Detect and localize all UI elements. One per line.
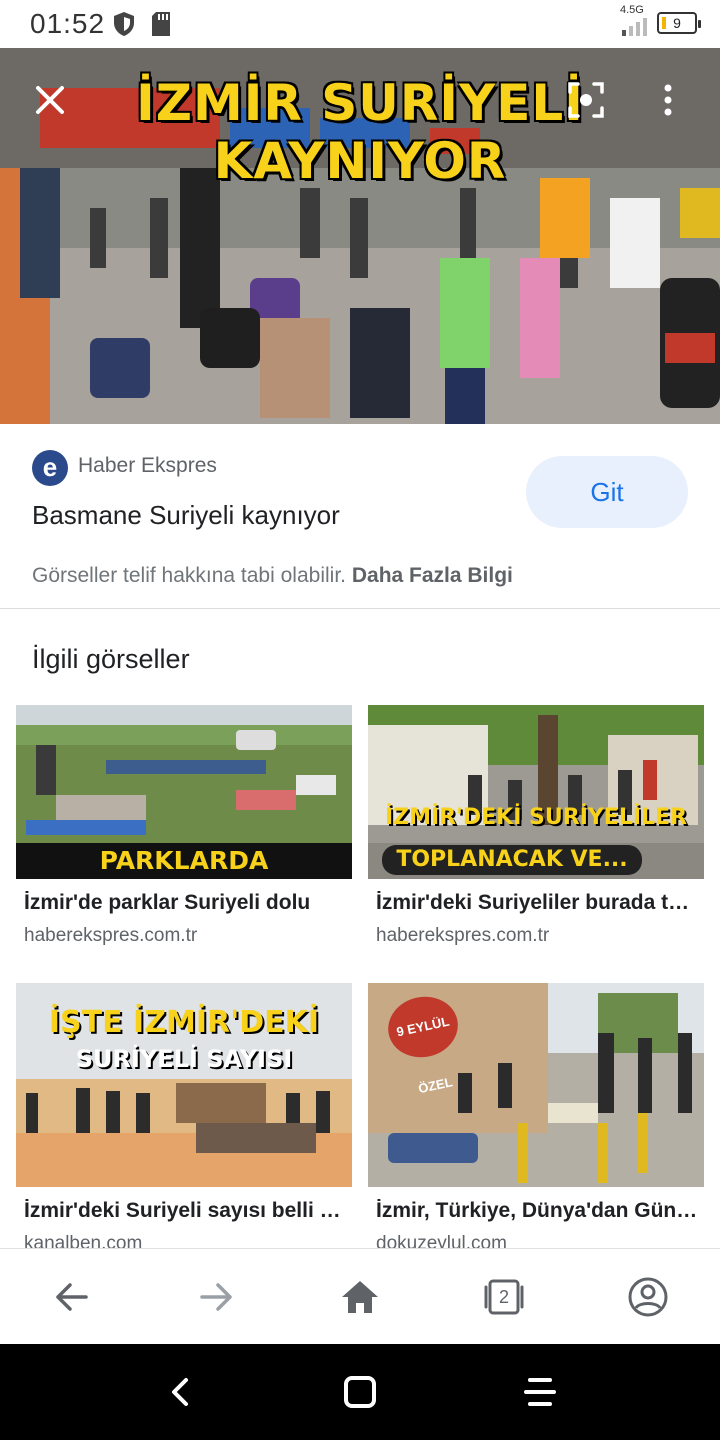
visit-button[interactable]: Git <box>526 456 688 528</box>
banner-text-line2: TOPLANACAK VE... <box>382 845 642 875</box>
lens-icon[interactable] <box>566 80 606 120</box>
status-bar: 01:52 4.5G 9 <box>0 0 720 48</box>
account-icon[interactable] <box>626 1275 670 1319</box>
related-image-caption[interactable]: İzmir'deki Suriyeli sayısı belli oldu <box>24 1199 346 1223</box>
site-logo: e <box>32 450 68 486</box>
system-home-icon[interactable] <box>340 1372 380 1412</box>
browser-bottom-nav: 2 <box>0 1248 720 1345</box>
related-image-domain: haberekspres.com.tr <box>376 925 550 946</box>
related-image-caption[interactable]: İzmir'de parklar Suriyeli dolu <box>24 891 346 915</box>
forward-arrow-icon[interactable] <box>194 1275 238 1319</box>
related-image-card[interactable]: 9 EYLÜL ÖZEL İzmir, Türkiye, Dünya'dan G… <box>368 983 704 1255</box>
hero-image[interactable]: İZMİR SURİYELİ KAYNIYOR <box>0 48 720 424</box>
more-info-link[interactable]: Daha Fazla Bilgi <box>352 564 513 587</box>
tabs-icon[interactable]: 2 <box>482 1275 526 1319</box>
copyright-notice: Görseller telif hakkına tabi olabilir. D… <box>32 564 513 588</box>
home-icon[interactable] <box>338 1275 382 1319</box>
signal-icon <box>622 18 647 36</box>
sd-card-icon <box>152 12 170 36</box>
related-image-caption[interactable]: İzmir, Türkiye, Dünya'dan Gündem <box>376 1199 698 1223</box>
system-menu-icon[interactable] <box>520 1372 560 1412</box>
network-type: 4.5G <box>620 4 644 16</box>
banner-text: PARKLARDA UYUYORLAR <box>16 843 352 879</box>
system-back-icon[interactable] <box>160 1372 200 1412</box>
battery-level: 9 <box>673 15 681 31</box>
related-image-domain: haberekspres.com.tr <box>24 925 198 946</box>
related-image-thumbnail[interactable]: İZMİR'DEKİ SURİYELİLER TOPLANACAK VE... <box>368 705 704 879</box>
banner-text-line2: SURİYELİ SAYISI <box>75 1045 293 1073</box>
image-title[interactable]: Basmane Suriyeli kaynıyor <box>32 500 340 531</box>
related-image-caption[interactable]: İzmir'deki Suriyeliler burada toplanacak… <box>376 891 698 915</box>
status-time: 01:52 <box>30 8 106 39</box>
tab-count: 2 <box>498 1287 509 1307</box>
system-nav-bar <box>0 1344 720 1440</box>
related-image-thumbnail[interactable]: 9 EYLÜL ÖZEL <box>368 983 704 1187</box>
site-name[interactable]: Haber Ekspres <box>78 454 217 478</box>
close-icon[interactable] <box>30 80 70 120</box>
related-image-card[interactable]: İZMİR'DEKİ SURİYELİLER TOPLANACAK VE... … <box>368 705 704 947</box>
source-panel: e Haber Ekspres Basmane Suriyeli kaynıyo… <box>0 424 720 609</box>
related-image-thumbnail[interactable]: İŞTE İZMİR'DEKİ SURİYELİ SAYISI <box>16 983 352 1187</box>
more-vert-icon[interactable] <box>656 80 680 120</box>
shield-icon <box>114 12 134 36</box>
related-image-thumbnail[interactable]: PARKLARDA UYUYORLAR <box>16 705 352 879</box>
hero-title-overlay: İZMİR SURİYELİ KAYNIYOR <box>136 74 584 190</box>
related-images-heading: İlgili görseller <box>32 644 190 674</box>
related-image-card[interactable]: İŞTE İZMİR'DEKİ SURİYELİ SAYISI İzmir'de… <box>16 983 352 1255</box>
banner-text-line1: İZMİR'DEKİ SURİYELİLER <box>384 805 688 830</box>
related-image-card[interactable]: PARKLARDA UYUYORLAR İzmir'de parklar Sur… <box>16 705 352 947</box>
battery-icon: 9 <box>657 12 701 34</box>
banner-text-line1: İŞTE İZMİR'DEKİ <box>48 1005 320 1040</box>
copyright-text: Görseller telif hakkına tabi olabilir. <box>32 564 346 587</box>
back-arrow-icon[interactable] <box>50 1275 94 1319</box>
